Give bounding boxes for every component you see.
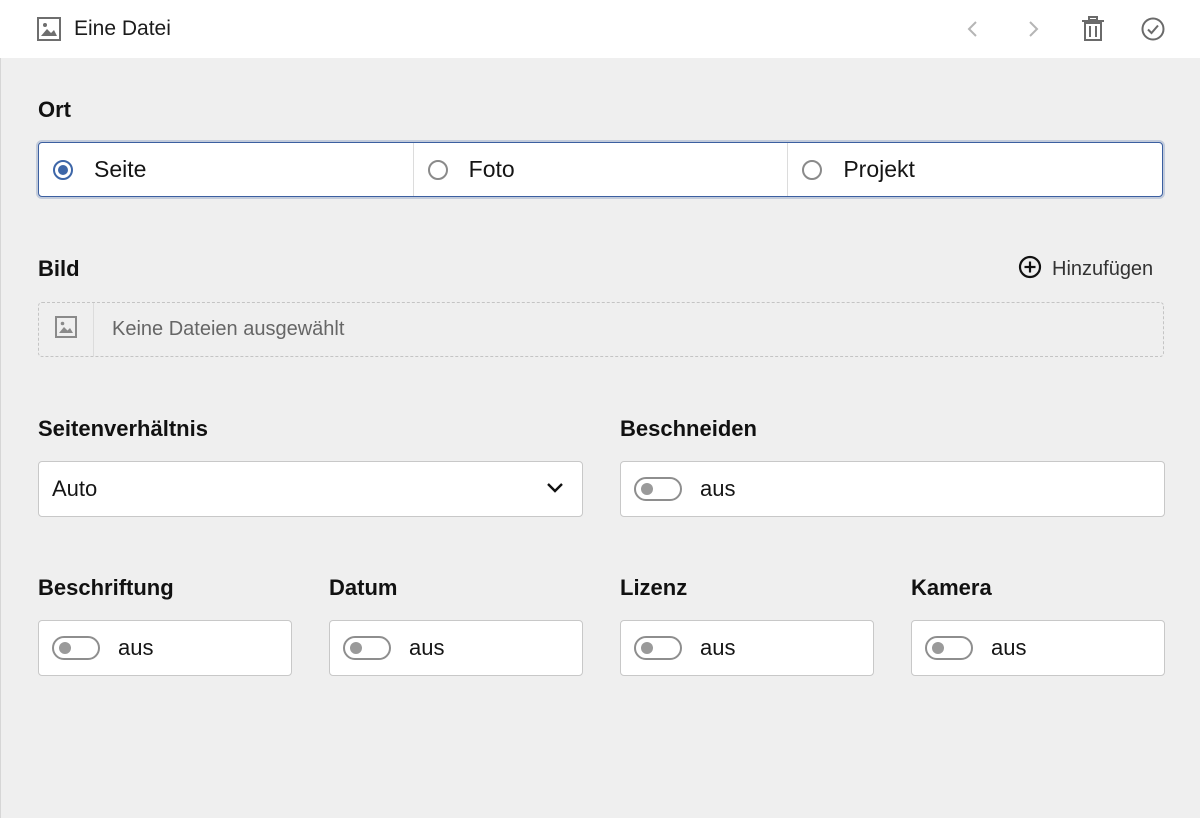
datum-label: Datum [329, 575, 398, 600]
delete-button[interactable] [1076, 12, 1110, 46]
radio-option-seite[interactable]: Seite [39, 143, 413, 196]
seitenverhaeltnis-label: Seitenverhältnis [38, 416, 208, 441]
kamera-label: Kamera [911, 575, 992, 600]
bild-label: Bild [38, 256, 80, 281]
radio-unchecked-icon [427, 159, 448, 180]
camera-toggle-value: aus [991, 635, 1027, 660]
toggle-switch-icon [925, 636, 973, 660]
toggle-switch-icon [634, 477, 682, 501]
beschneiden-label: Beschneiden [620, 416, 757, 441]
toggle-switch-icon [52, 636, 100, 660]
chevron-right-icon [1025, 19, 1041, 39]
date-toggle-field[interactable]: aus [329, 620, 583, 676]
add-file-label: Hinzufügen [1052, 257, 1154, 280]
previous-button[interactable] [956, 12, 990, 46]
radio-unchecked-icon [802, 159, 823, 180]
caption-toggle-field[interactable]: aus [38, 620, 292, 676]
header-title: Eine Datei [74, 17, 171, 40]
empty-image-cell [39, 303, 94, 356]
add-file-button[interactable]: Hinzufügen [1018, 255, 1154, 284]
toggle-switch-icon [634, 636, 682, 660]
aspect-ratio-value: Auto [52, 476, 98, 501]
radio-label: Seite [94, 156, 147, 182]
license-toggle-field[interactable]: aus [620, 620, 874, 676]
left-edge [0, 58, 1, 818]
date-toggle-value: aus [409, 635, 445, 660]
plus-circle-icon [1018, 255, 1042, 284]
next-button[interactable] [1016, 12, 1050, 46]
image-icon [36, 16, 62, 42]
radio-label: Projekt [843, 156, 915, 182]
camera-toggle-field[interactable]: aus [911, 620, 1165, 676]
radio-checked-icon [53, 159, 73, 180]
crop-toggle-value: aus [700, 476, 736, 501]
radio-label: Foto [468, 156, 515, 182]
image-icon [54, 315, 78, 344]
ort-radio-group: Seite Foto Projekt [38, 142, 1163, 197]
radio-option-foto[interactable]: Foto [412, 143, 788, 196]
empty-files-text: Keine Dateien ausgewählt [112, 318, 345, 340]
crop-toggle-field[interactable]: aus [620, 461, 1165, 517]
ort-label: Ort [38, 97, 71, 122]
toggle-switch-icon [343, 636, 391, 660]
confirm-button[interactable] [1136, 12, 1170, 46]
chevron-left-icon [965, 19, 981, 39]
caption-toggle-value: aus [118, 635, 154, 660]
radio-option-projekt[interactable]: Projekt [787, 143, 1162, 196]
trash-icon [1081, 16, 1105, 42]
check-circle-icon [1140, 16, 1166, 42]
empty-files-box[interactable]: Keine Dateien ausgewählt [38, 302, 1164, 357]
beschriftung-label: Beschriftung [38, 575, 174, 600]
chevron-down-icon [546, 481, 564, 500]
dialog-header: Eine Datei [0, 0, 1200, 58]
lizenz-label: Lizenz [620, 575, 688, 600]
license-toggle-value: aus [700, 635, 736, 660]
aspect-ratio-select[interactable]: Auto [38, 461, 583, 517]
